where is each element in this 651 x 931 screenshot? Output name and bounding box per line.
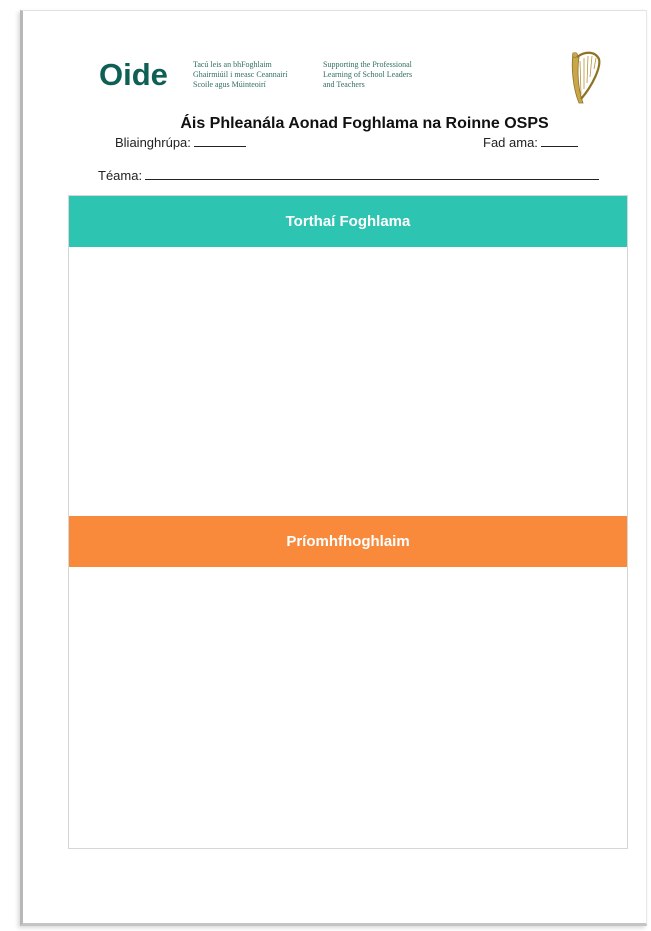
theme-field[interactable]: Téama: (98, 167, 600, 183)
harp-icon (571, 51, 601, 104)
oide-logo: Oide (99, 57, 168, 92)
duration-label: Fad ama: (483, 135, 538, 150)
key-learning-header: Príomhfhoghlaim (69, 516, 627, 567)
tagline-english-line: and Teachers (323, 80, 365, 89)
tagline-irish-line: Ghairmiúil i measc Ceannairí (193, 70, 288, 79)
theme-blank[interactable] (145, 167, 600, 180)
tagline-english: Supporting the Professional Learning of … (323, 60, 412, 90)
document-title: Áis Phleanála Aonad Foghlama na Roinne O… (180, 115, 549, 132)
duration-blank[interactable] (540, 134, 578, 147)
tagline-irish-line: Scoile agus Múinteoirí (193, 80, 266, 89)
key-learning-title: Príomhfhoghlaim (286, 533, 410, 550)
theme-label: Téama: (98, 168, 143, 183)
key-learning-area[interactable] (69, 567, 627, 849)
tagline-english-line: Supporting the Professional (323, 60, 412, 69)
document-page: Oide Tacú leis an bhFoghlaim Ghairmiúil … (20, 10, 647, 926)
year-group-blank[interactable] (193, 134, 246, 147)
year-group-label: Bliainghrúpa: (115, 135, 191, 150)
year-group-field[interactable]: Bliainghrúpa: (115, 134, 246, 150)
planning-table: Torthaí Foghlama Príomhfhoghlaim (68, 195, 628, 849)
learning-outcomes-header: Torthaí Foghlama (69, 196, 627, 247)
tagline-english-line: Learning of School Leaders (323, 70, 413, 79)
tagline-irish: Tacú leis an bhFoghlaim Ghairmiúil i mea… (193, 60, 287, 90)
learning-outcomes-area[interactable] (69, 247, 627, 516)
duration-field[interactable]: Fad ama: (483, 134, 578, 150)
learning-outcomes-title: Torthaí Foghlama (285, 213, 411, 230)
tagline-irish-line: Tacú leis an bhFoghlaim (193, 60, 272, 69)
